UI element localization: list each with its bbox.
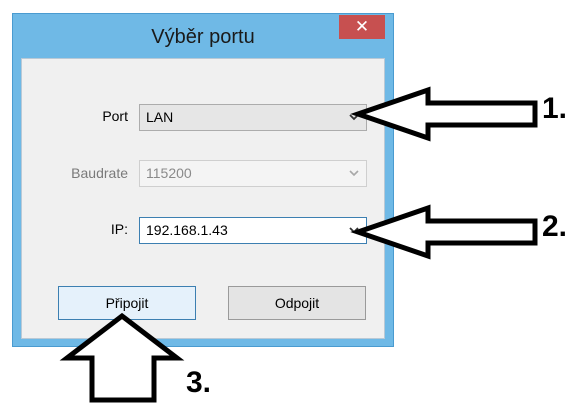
- step-1-label: 1.: [542, 92, 568, 125]
- annotation-layer: [59, 86, 538, 403]
- outline-arrow-icon: [350, 204, 538, 260]
- step-2-label: 2.: [542, 210, 568, 243]
- step-3-label: 3.: [186, 366, 212, 399]
- outline-arrow-icon: [350, 86, 538, 142]
- screenshot-stage: Výběr portu ✕ Port LAN Baudrate 115200 I…: [0, 0, 580, 403]
- outline-arrow-icon: [59, 312, 185, 403]
